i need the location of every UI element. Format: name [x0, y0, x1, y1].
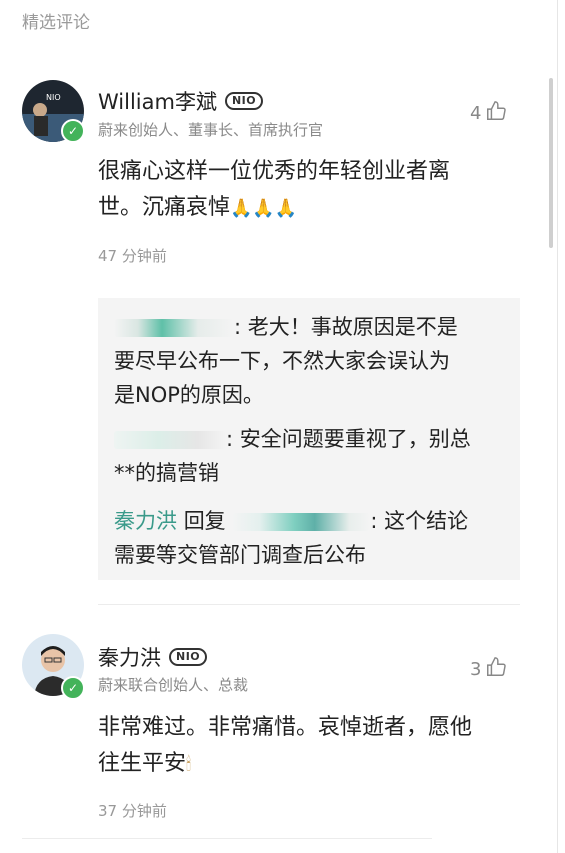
comment-line-text: 世。沉痛哀悼: [98, 195, 231, 220]
comment-line: 非常难过。非常痛惜。哀悼逝者，愿他: [98, 715, 473, 740]
scrollbar[interactable]: [549, 78, 553, 248]
divider: [98, 604, 520, 605]
comment-author[interactable]: William李斌 NIO: [98, 86, 264, 116]
verified-check-icon: ✓: [61, 676, 85, 700]
prayer-emoji-icon: 🙏🙏🙏: [230, 198, 298, 219]
blurred-username: [232, 513, 371, 531]
comment-time: 47 分钟前: [98, 247, 167, 265]
comment-line-text: 往生平安: [98, 751, 187, 776]
svg-text:NIO: NIO: [46, 93, 61, 102]
blurred-username: [114, 431, 226, 449]
comment-line: 很痛心这样一位优秀的年轻创业者离: [98, 159, 451, 184]
blurred-username: [114, 319, 234, 337]
reply-box: : 老大！事故原因是不是 要尽早公布一下，不然大家会误认为 是NOP的原因。 :…: [98, 298, 520, 580]
reply-line: : 安全问题要重视了，别总: [114, 422, 471, 456]
reply-line: 需要等交管部门调查后公布: [114, 543, 366, 567]
comment-text: 很痛心这样一位优秀的年轻创业者离 世。沉痛哀悼🙏🙏🙏: [98, 154, 518, 227]
author-name[interactable]: William李斌: [98, 86, 217, 116]
divider: [22, 838, 432, 839]
reply-line: 秦力洪 回复 : 这个结论: [114, 504, 468, 538]
reply-line: 是NOP的原因。: [114, 383, 264, 407]
thumbs-up-icon: [485, 656, 507, 683]
verified-check-icon: ✓: [61, 119, 85, 143]
reply-item[interactable]: 秦力洪 回复 : 这个结论 需要等交管部门调查后公布: [114, 504, 468, 572]
reply-line: **的搞营销: [114, 461, 219, 485]
comment-author[interactable]: 秦力洪 NIO: [98, 642, 208, 672]
like-button[interactable]: 4: [470, 100, 507, 127]
nio-badge-icon: NIO: [224, 92, 264, 110]
like-count: 4: [470, 103, 482, 124]
author-role: 蔚来创始人、董事长、首席执行官: [98, 121, 324, 139]
reply-word: 回复: [183, 509, 226, 533]
right-edge: [557, 0, 558, 853]
like-count: 3: [470, 659, 482, 680]
comment-line: 往生平安🕯: [98, 746, 518, 783]
like-button[interactable]: 3: [470, 656, 507, 683]
reply-line: 要尽早公布一下，不然大家会误认为: [114, 349, 450, 373]
comment-line: 世。沉痛哀悼🙏🙏🙏: [98, 190, 518, 227]
reply-author[interactable]: 秦力洪: [114, 509, 177, 533]
author-name[interactable]: 秦力洪: [98, 642, 161, 672]
reply-text: : 老大！事故原因是不是: [234, 315, 458, 339]
thumbs-up-icon: [485, 100, 507, 127]
section-title: 精选评论: [22, 13, 90, 33]
reply-line: : 老大！事故原因是不是: [114, 310, 458, 344]
reply-text: : 这个结论: [370, 509, 469, 533]
reply-item[interactable]: : 老大！事故原因是不是 要尽早公布一下，不然大家会误认为 是NOP的原因。: [114, 310, 458, 412]
reply-item[interactable]: : 安全问题要重视了，别总 **的搞营销: [114, 422, 471, 490]
nio-badge-icon: NIO: [169, 648, 208, 666]
author-role: 蔚来联合创始人、总裁: [98, 676, 249, 694]
reply-text: : 安全问题要重视了，别总: [226, 427, 471, 451]
comment-time: 37 分钟前: [98, 802, 167, 820]
candle-emoji-icon: 🕯: [186, 754, 192, 775]
comment-text: 非常难过。非常痛惜。哀悼逝者，愿他 往生平安🕯: [98, 710, 518, 783]
